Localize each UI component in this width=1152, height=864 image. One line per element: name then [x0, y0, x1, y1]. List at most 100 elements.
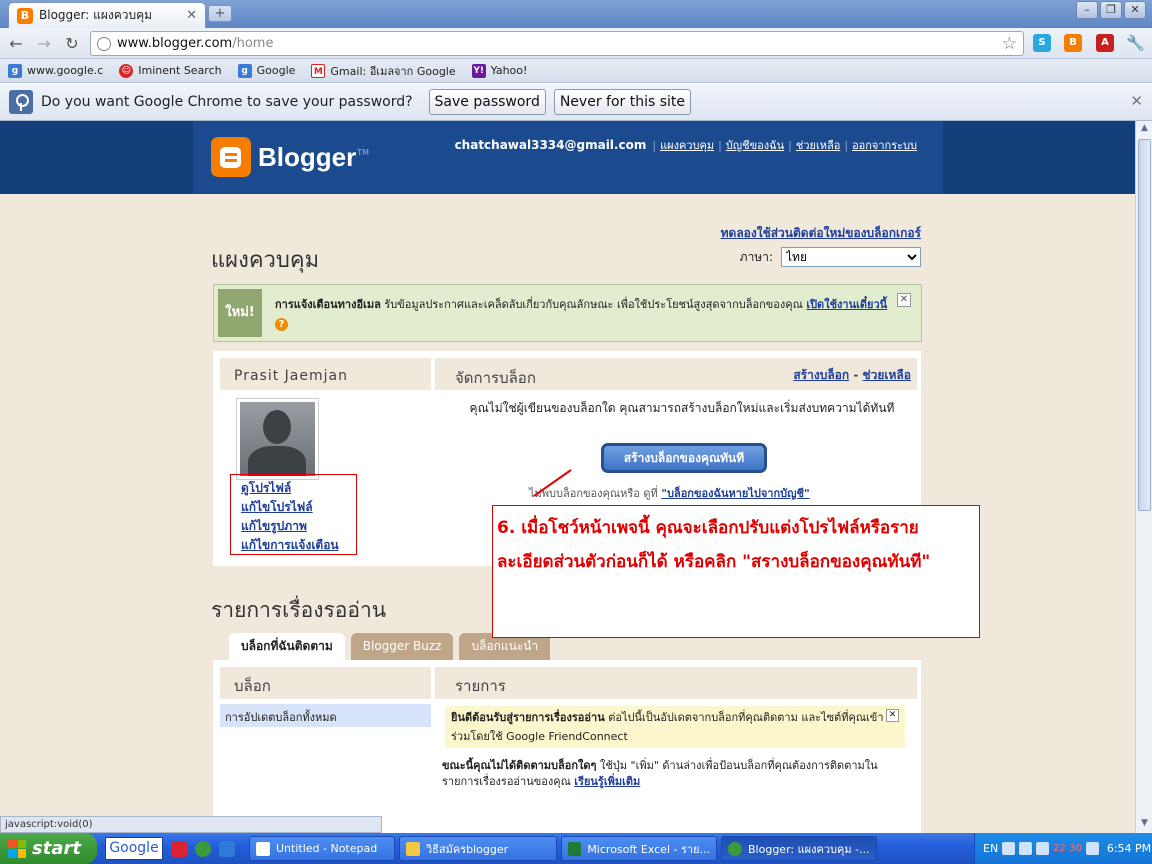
tab-followed-blogs[interactable]: บล็อกที่ฉันติดตาม [229, 633, 345, 660]
learn-more-link[interactable]: เรียนรู้เพิ่มเติม [574, 775, 640, 788]
profile-name: Prasit Jaemjan [220, 358, 431, 390]
no-blog-message: คุณไม่ใช่ผู้เขียนของบล็อกใด คุณสามารถสร้… [469, 401, 895, 415]
infobar-close-icon[interactable]: ✕ [1130, 92, 1143, 110]
never-for-this-site-button[interactable]: Never for this site [553, 89, 692, 115]
tab-close-icon[interactable]: ✕ [186, 8, 197, 23]
edit-notifications-link[interactable]: แก้ไขการแจ้งเตือน [241, 536, 356, 555]
google-icon: g [8, 63, 22, 78]
tab-title: Blogger: แผงควบคุม [39, 8, 153, 22]
close-window-button[interactable]: ✕ [1124, 1, 1146, 19]
manage-links: สร้างบล็อก - ช่วยเหลือ [793, 368, 912, 382]
task-label: Microsoft Excel - ราย... [587, 842, 710, 856]
notice-bold: การแจ้งเตือนทางอีเมล [275, 298, 381, 311]
missing-text: ไม่พบบล็อกของคุณหรือ ดูที่ [529, 487, 662, 500]
welcome-bold: ยินดีต้อนรับสู่รายการเรื่องรออ่าน [451, 711, 605, 724]
task-folder[interactable]: วิธีสมัครblogger [399, 836, 557, 861]
tray-network-icon[interactable] [1036, 842, 1050, 855]
bookmark-label: Gmail: อีเมลจาก Google [330, 64, 456, 78]
help-question-icon[interactable]: ? [275, 318, 288, 331]
pdf-extension-icon[interactable]: A [1096, 34, 1114, 52]
welcome-close-icon[interactable]: ✕ [886, 709, 899, 722]
blogger-logo[interactable]: Blogger TM [211, 137, 369, 177]
windows-flag-icon [8, 839, 26, 858]
scroll-down-arrow-icon[interactable]: ▼ [1138, 818, 1151, 831]
tutorial-annotation: 6. เมื่อโชว์หน้าเพจนี้ คุณจะเลือกปรับแต่… [492, 505, 980, 638]
logo-tm: TM [357, 147, 370, 157]
globe-icon [97, 36, 111, 51]
quicklaunch-chrome-icon[interactable] [195, 840, 211, 857]
bookmark-iminent[interactable]: ☺ Iminent Search [119, 63, 222, 78]
email-notice-banner: ใหม่! การแจ้งเตือนทางอีเมล รับข้อมูลประก… [213, 284, 922, 342]
task-excel[interactable]: Microsoft Excel - ราย... [561, 836, 717, 861]
page-title: แผงควบคุม [211, 248, 320, 273]
separator: | [788, 139, 792, 152]
quicklaunch-ie-icon[interactable] [219, 840, 235, 857]
scrollbar-thumb[interactable] [1138, 139, 1151, 511]
try-new-interface-link[interactable]: ทดลองใช้ส่วนติดต่อใหม่ของบล็อกเกอร์ [721, 224, 921, 243]
create-blog-now-button[interactable]: สร้างบล็อกของคุณทันที [601, 443, 767, 473]
start-label: start [32, 838, 81, 859]
view-profile-link[interactable]: ดูโปรไฟล์ [241, 479, 356, 498]
task-label: วิธีสมัครblogger [426, 842, 509, 856]
language-label: ภาษา: [739, 249, 773, 264]
window-controls: – ❐ ✕ [1076, 1, 1146, 19]
bookmark-google[interactable]: g Google [237, 63, 296, 78]
bookmark-star-icon[interactable]: ☆ [1002, 34, 1017, 54]
missing-blog-link[interactable]: "บล็อกของฉันหายไปจากบัญชี" [661, 487, 809, 500]
minimize-button[interactable]: – [1076, 1, 1098, 19]
page-scrollbar[interactable]: ▲ ▼ [1135, 121, 1152, 833]
google-icon: g [237, 63, 252, 78]
google-desktop-search-box[interactable]: Google [105, 837, 163, 860]
manage-blogs-header: จัดการบล็อก สร้างบล็อก - ช่วยเหลือ [435, 358, 917, 390]
manage-blogs-title: จัดการบล็อก [455, 369, 536, 387]
tab-blogger[interactable]: B Blogger: แผงควบคุม ✕ [8, 2, 206, 28]
task-chrome-blogger[interactable]: Blogger: แผงควบคุม -... [721, 836, 877, 861]
start-button[interactable]: start [0, 833, 97, 864]
bookmark-gmail[interactable]: M Gmail: อีเมลจาก Google [311, 62, 456, 80]
key-icon [9, 90, 33, 114]
separator: | [718, 139, 722, 152]
not-following-bold: ขณะนี้คุณไม่ได้ติดตามบล็อกใดๆ [442, 759, 597, 772]
tray-app-icon[interactable] [1019, 842, 1033, 855]
tray-volume-icon[interactable] [1085, 842, 1099, 855]
skype-extension-icon[interactable]: S [1033, 34, 1051, 52]
nav-my-account-link[interactable]: บัญชีของฉัน [726, 136, 784, 154]
wrench-icon[interactable]: 🔧 [1126, 34, 1145, 52]
blogger-extension-icon[interactable]: B [1064, 34, 1082, 52]
forward-arrow-icon[interactable]: → [34, 34, 54, 54]
tray-arrow-icon[interactable] [1002, 842, 1016, 855]
notice-close-icon[interactable]: ✕ [897, 293, 911, 307]
nav-help-link[interactable]: ช่วยเหลือ [796, 136, 840, 154]
blogger-favicon-icon: B [17, 7, 33, 24]
bookmark-label: Google [256, 64, 296, 77]
quicklaunch-app-icon[interactable] [171, 840, 187, 857]
save-password-button[interactable]: Save password [428, 89, 546, 115]
back-arrow-icon[interactable]: ← [6, 34, 26, 54]
enable-now-link[interactable]: เปิดใช้งานเดี๋ยวนี้ [806, 298, 887, 311]
tab-blogger-buzz[interactable]: Blogger Buzz [350, 633, 454, 660]
all-blog-updates-item[interactable]: การอัปเดตบล็อกทั้งหมด [220, 704, 431, 727]
bookmark-google-c[interactable]: g www.google.c [8, 63, 104, 78]
reload-icon[interactable]: ↻ [62, 34, 82, 54]
bookmark-label: www.google.c [27, 64, 104, 77]
language-select[interactable]: ไทย [781, 247, 921, 267]
bookmark-yahoo[interactable]: Y! Yahoo! [471, 63, 527, 78]
nav-dashboard-link[interactable]: แผงควบคุม [660, 136, 714, 154]
flag-yellow [17, 849, 26, 858]
help-link[interactable]: ช่วยเหลือ [863, 368, 912, 382]
edit-profile-link[interactable]: แก้ไขโปรไฟล์ [241, 498, 356, 517]
separator: | [652, 139, 657, 152]
maximize-button[interactable]: ❐ [1100, 1, 1122, 19]
system-tray: EN 22 30 6:54 PM [974, 833, 1152, 864]
avatar[interactable] [236, 398, 319, 480]
scroll-up-arrow-icon[interactable]: ▲ [1138, 123, 1151, 136]
task-notepad[interactable]: Untitled - Notepad [249, 836, 395, 861]
language-indicator[interactable]: EN [983, 842, 998, 855]
create-blog-link[interactable]: สร้างบล็อก [793, 368, 849, 382]
address-bar[interactable]: www.blogger.com /home ☆ [90, 31, 1024, 56]
edit-photo-link[interactable]: แก้ไขรูปภาพ [241, 517, 356, 536]
blogger-b-icon [211, 137, 251, 177]
welcome-message: ยินดีต้อนรับสู่รายการเรื่องรออ่าน ต่อไปน… [445, 706, 905, 748]
new-tab-button[interactable]: + [208, 5, 232, 22]
nav-sign-out-link[interactable]: ออกจากระบบ [852, 136, 917, 154]
